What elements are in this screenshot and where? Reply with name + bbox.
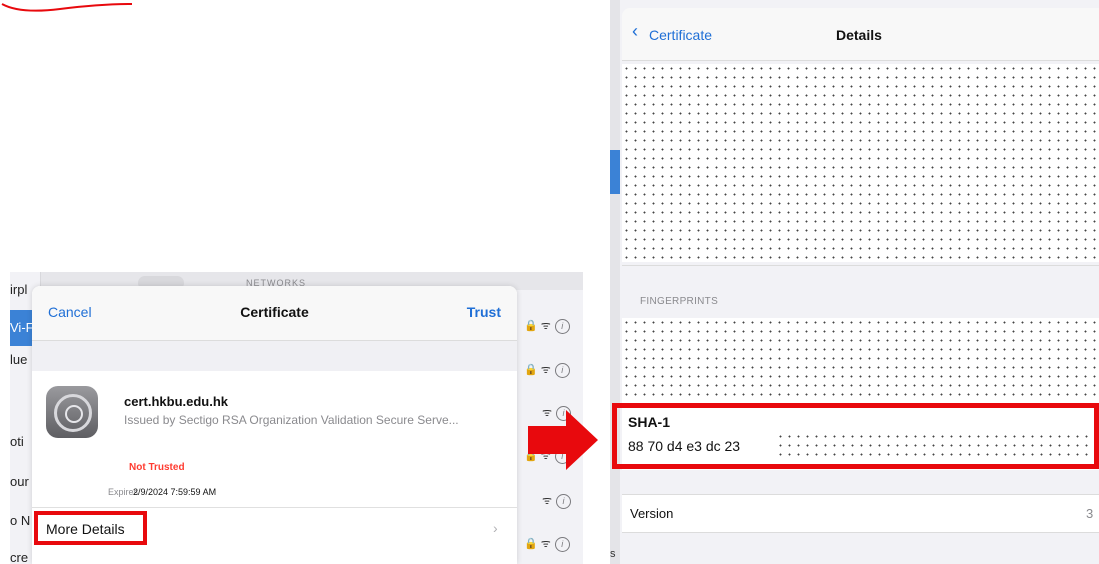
network-row-icons: ᯤi xyxy=(542,493,572,509)
certificate-name: cert.hkbu.edu.hk xyxy=(124,394,229,409)
certificate-sheet-screenshot: irpl Vi-F lue oti our o N cre NETWORKS 🔒… xyxy=(10,272,583,564)
background-selected-item xyxy=(610,150,620,194)
redacted-fingerprint-data xyxy=(622,318,1099,402)
background-sidebar-edge xyxy=(610,0,620,564)
info-icon: i xyxy=(556,494,572,509)
certificate-issuer: Issued by Sectigo RSA Organization Valid… xyxy=(124,413,459,427)
divider xyxy=(32,507,517,508)
chevron-left-icon[interactable]: ‹ xyxy=(632,22,638,40)
info-icon: i xyxy=(554,319,570,334)
lock-wifi-icon: 🔒 ᯤ xyxy=(524,320,551,332)
chevron-right-icon: › xyxy=(493,520,498,536)
info-icon: i xyxy=(554,363,570,378)
lock-wifi-icon: 🔒 ᯤ xyxy=(524,364,551,376)
network-row-icons: 🔒 ᯤi xyxy=(524,536,570,552)
background-text-fragment: s xyxy=(610,548,616,560)
arrow-right-icon xyxy=(528,410,598,470)
divider xyxy=(622,265,1099,266)
redacted-certificate-data xyxy=(622,64,1099,262)
version-row xyxy=(622,494,1099,533)
version-label: Version xyxy=(630,506,674,521)
settings-gear-icon xyxy=(46,386,98,438)
red-annotation-fragment xyxy=(1,3,133,12)
version-value: 3 xyxy=(1086,506,1094,521)
sheet-spacer xyxy=(32,341,517,371)
network-row-icons: 🔒 ᯤi xyxy=(524,362,570,378)
certificate-details-screenshot: ‹ Certificate Details FINGERPRINTS SHA-1… xyxy=(610,0,1099,564)
network-row-icons: 🔒 ᯤi xyxy=(524,318,570,334)
back-button[interactable]: Certificate xyxy=(649,27,712,43)
expires-value: 2/9/2024 7:59:59 AM xyxy=(133,487,217,497)
trust-status-badge: Not Trusted xyxy=(129,462,185,473)
details-title: Details xyxy=(836,27,882,43)
lock-wifi-icon: 🔒 ᯤ xyxy=(524,538,551,550)
more-details-highlight-box xyxy=(34,511,147,545)
wifi-icon: ᯤ xyxy=(542,495,553,507)
certificate-sheet: Cancel Certificate Trust cert.hkbu.edu.h… xyxy=(32,286,517,564)
sha1-highlight-box xyxy=(612,403,1099,469)
trust-button[interactable]: Trust xyxy=(467,304,501,320)
fingerprints-header: FINGERPRINTS xyxy=(640,296,719,307)
sheet-title: Certificate xyxy=(240,304,309,320)
info-icon: i xyxy=(554,537,570,552)
